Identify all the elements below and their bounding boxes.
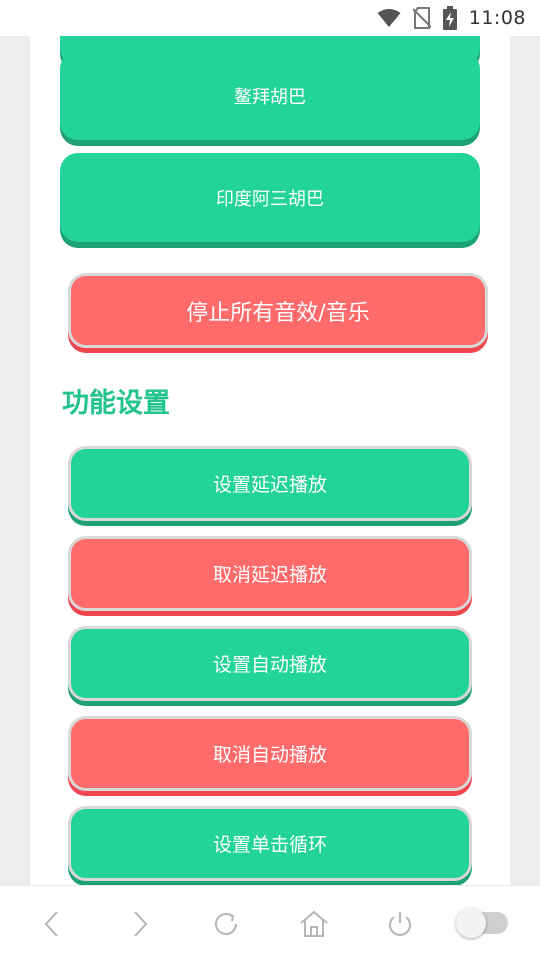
cancel-auto-play-button[interactable]: 取消自动播放 <box>68 716 472 791</box>
status-bar: 11:08 <box>0 0 540 36</box>
button-label: 设置延迟播放 <box>212 474 327 496</box>
section-title-settings: 功能设置 <box>62 388 170 419</box>
set-delay-play-button[interactable]: 设置延迟播放 <box>68 446 472 521</box>
button-label: 设置自动播放 <box>212 654 327 676</box>
status-time: 11:08 <box>468 7 526 29</box>
toggle-switch[interactable] <box>456 908 508 938</box>
forward-icon[interactable] <box>120 904 160 944</box>
stop-all-label: 停止所有音效/音乐 <box>186 300 370 326</box>
power-icon[interactable] <box>380 904 420 944</box>
bottom-nav-bar <box>0 885 540 960</box>
left-gutter <box>0 36 30 885</box>
button-label: 取消自动播放 <box>212 744 327 766</box>
wifi-icon <box>377 8 401 28</box>
set-click-loop-button[interactable]: 设置单击循环 <box>68 806 472 881</box>
button-label: 设置单击循环 <box>212 834 327 856</box>
no-sim-icon <box>412 7 431 29</box>
stop-all-button[interactable]: 停止所有音效/音乐 <box>68 273 488 348</box>
cancel-delay-play-button[interactable]: 取消延迟播放 <box>68 536 472 611</box>
button-label: 取消延迟播放 <box>212 564 327 586</box>
sound-button-india-asan-huba[interactable]: 印度阿三胡巴 <box>60 153 480 242</box>
back-icon[interactable] <box>32 904 72 944</box>
right-gutter <box>510 36 540 885</box>
sound-button-label: 鳌拜胡巴 <box>234 86 306 108</box>
set-auto-play-button[interactable]: 设置自动播放 <box>68 626 472 701</box>
home-icon[interactable] <box>294 904 334 944</box>
main-content[interactable]: 鳌拜胡巴 印度阿三胡巴 停止所有音效/音乐 功能设置 设置延迟播放 取消延迟播放… <box>30 36 510 885</box>
refresh-icon[interactable] <box>206 904 246 944</box>
battery-charging-icon <box>442 6 457 30</box>
toggle-knob <box>456 908 486 938</box>
sound-button-aobai-huba[interactable]: 鳌拜胡巴 <box>60 51 480 140</box>
sound-button-label: 印度阿三胡巴 <box>216 188 324 210</box>
